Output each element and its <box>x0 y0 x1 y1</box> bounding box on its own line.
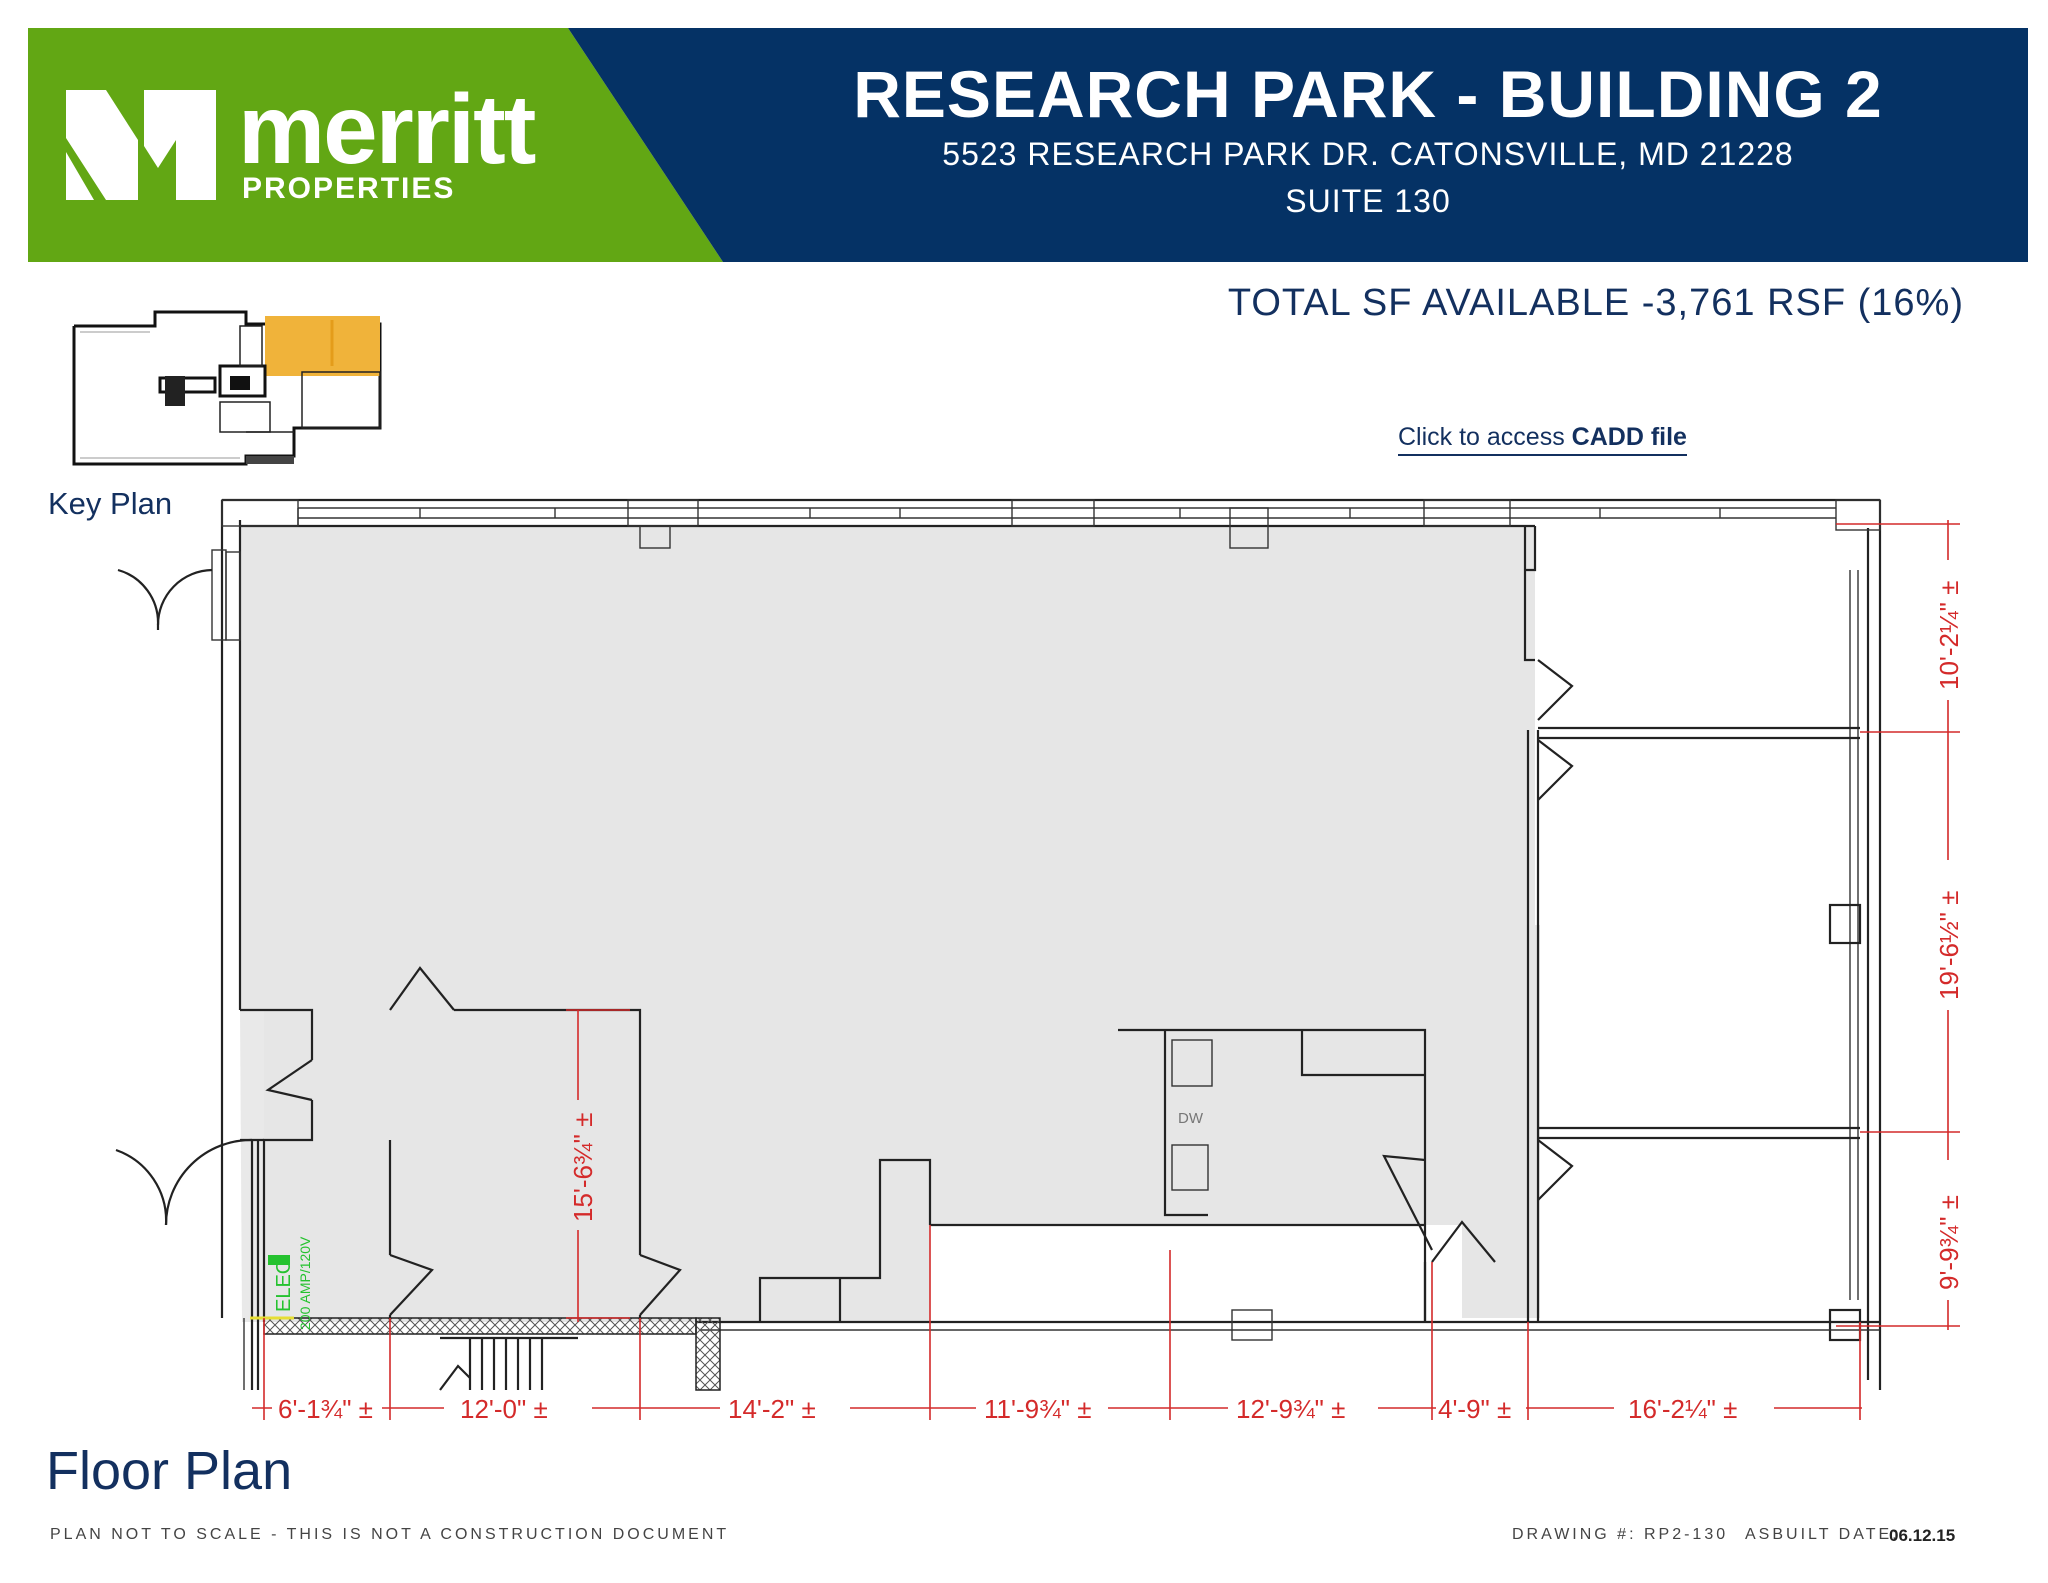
dim-bottom-3: 14'-2" ± <box>728 1394 816 1424</box>
bottom-wall <box>243 1309 1880 1391</box>
dim-bottom-6: 4'-9" ± <box>1438 1394 1511 1424</box>
left-window <box>211 549 241 641</box>
dim-bottom-7: 16'-2¼" ± <box>1628 1394 1737 1424</box>
exterior-doors <box>115 568 260 1390</box>
asbuilt-label: ASBUILT DATE: <box>1745 1526 1900 1543</box>
dim-right-3: 9'-9¾" ± <box>1934 1195 1964 1290</box>
elec-label: ELEC. <box>273 1254 295 1312</box>
floor-area <box>240 526 1540 1322</box>
dim-bottom-1: 6'-1¾" ± <box>278 1394 373 1424</box>
dim-right-1: 10'-2¼" ± <box>1934 581 1964 690</box>
stair-icon <box>439 1336 578 1391</box>
dim-right-2: 19'-6½" ± <box>1934 891 1964 1000</box>
asbuilt-date: 06.12.15 <box>1889 1526 1956 1545</box>
floor-plan-label: Floor Plan <box>46 1441 293 1501</box>
elec-sublabel: 200 AMP/120V <box>297 1236 313 1330</box>
dishwasher-label: DW <box>1178 1110 1204 1127</box>
dim-bottom-2: 12'-0" ± <box>460 1394 548 1424</box>
dim-interior: 15'-6¾" ± <box>568 1113 598 1222</box>
disclaimer-text: PLAN NOT TO SCALE - THIS IS NOT A CONSTR… <box>50 1526 730 1543</box>
right-offices <box>1523 526 1862 1342</box>
dim-bottom-5: 12'-9¾" ± <box>1236 1394 1345 1424</box>
dim-bottom-4: 11'-9¾" ± <box>984 1394 1091 1424</box>
floor-plan-drawing: DW ELEC. 200 AMP/120V 6'-1¾" ± 12'-0" ± … <box>115 498 1964 1424</box>
drawing-number: DRAWING #: RP2-130 <box>1512 1526 1729 1543</box>
